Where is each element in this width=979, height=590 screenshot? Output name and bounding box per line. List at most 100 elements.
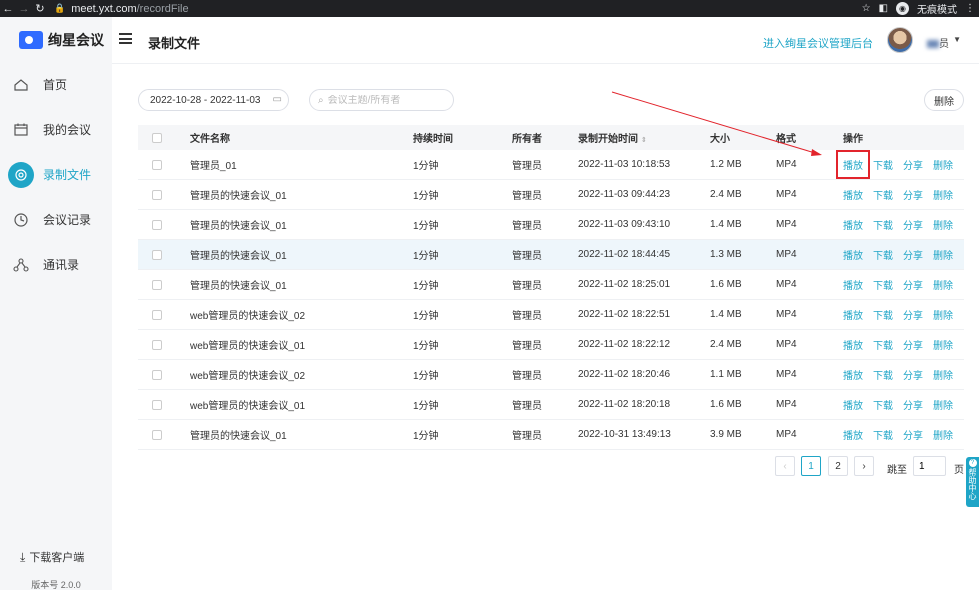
row-actions: 播放 下载 分享 删除 bbox=[843, 307, 964, 322]
contacts-icon bbox=[12, 256, 30, 274]
share-link[interactable]: 分享 bbox=[903, 187, 923, 202]
table-row[interactable]: web管理员的快速会议_01 1分钟 管理员 2022-11-02 18:22:… bbox=[138, 330, 964, 360]
reload-icon[interactable]: ↻ bbox=[32, 2, 48, 15]
delete-link[interactable]: 删除 bbox=[933, 277, 953, 292]
page-2-button[interactable]: 2 bbox=[828, 456, 848, 476]
share-link[interactable]: 分享 bbox=[903, 157, 923, 172]
row-checkbox[interactable] bbox=[152, 369, 162, 380]
forward-icon[interactable]: → bbox=[16, 3, 32, 15]
avatar[interactable] bbox=[887, 27, 913, 53]
help-center-button[interactable]: ? 帮助中心 bbox=[966, 457, 979, 507]
search-input[interactable] bbox=[327, 94, 438, 106]
share-link[interactable]: 分享 bbox=[903, 247, 923, 262]
delete-link[interactable]: 删除 bbox=[933, 427, 953, 442]
col-header-start-time[interactable]: 录制开始时间 ⇕ bbox=[578, 130, 710, 145]
play-link[interactable]: 播放 bbox=[843, 397, 863, 412]
start-time: 2022-11-02 18:25:01 bbox=[578, 279, 671, 290]
browser-menu-icon[interactable]: ⋮ bbox=[965, 3, 975, 14]
share-link[interactable]: 分享 bbox=[903, 427, 923, 442]
table-row[interactable]: 管理员的快速会议_01 1分钟 管理员 2022-10-31 13:49:13 … bbox=[138, 420, 964, 450]
download-icon: ⤓ bbox=[20, 549, 26, 564]
table-row[interactable]: 管理员的快速会议_01 1分钟 管理员 2022-11-03 09:43:10 … bbox=[138, 210, 964, 240]
download-link[interactable]: 下载 bbox=[873, 217, 893, 232]
sidebar-item-recordings[interactable]: 录制文件 bbox=[0, 152, 112, 197]
sidebar-item-meeting-records[interactable]: 会议记录 bbox=[0, 197, 112, 242]
row-checkbox[interactable] bbox=[152, 219, 162, 230]
table-row[interactable]: web管理员的快速会议_02 1分钟 管理员 2022-11-02 18:20:… bbox=[138, 360, 964, 390]
play-link[interactable]: 播放 bbox=[836, 150, 870, 179]
sidebar-item-my-meetings[interactable]: 我的会议 bbox=[0, 107, 112, 152]
delete-link[interactable]: 删除 bbox=[933, 187, 953, 202]
sidebar-item-contacts[interactable]: 通讯录 bbox=[0, 242, 112, 287]
star-icon[interactable]: ☆ bbox=[862, 3, 871, 14]
date-range-picker[interactable]: 2022-10-28 - 2022-11-03 ▭ bbox=[138, 89, 289, 111]
row-checkbox[interactable] bbox=[152, 189, 162, 200]
play-link[interactable]: 播放 bbox=[843, 217, 863, 232]
play-link[interactable]: 播放 bbox=[843, 247, 863, 262]
home-icon bbox=[12, 76, 30, 94]
sort-icon[interactable]: ⇕ bbox=[641, 137, 647, 144]
download-link[interactable]: 下载 bbox=[873, 247, 893, 262]
play-link[interactable]: 播放 bbox=[843, 337, 863, 352]
row-checkbox[interactable] bbox=[152, 279, 162, 290]
download-link[interactable]: 下载 bbox=[873, 277, 893, 292]
share-link[interactable]: 分享 bbox=[903, 397, 923, 412]
row-checkbox[interactable] bbox=[152, 339, 162, 350]
download-link[interactable]: 下载 bbox=[873, 397, 893, 412]
prev-page-button[interactable]: ‹ bbox=[775, 456, 795, 476]
select-all-checkbox[interactable] bbox=[152, 132, 162, 143]
sidebar-item-home[interactable]: 首页 bbox=[0, 62, 112, 107]
admin-console-link[interactable]: 进入绚星会议管理后台 bbox=[763, 35, 873, 51]
date-range-value: 2022-10-28 - 2022-11-03 bbox=[150, 94, 261, 106]
row-checkbox[interactable] bbox=[152, 159, 162, 170]
play-link[interactable]: 播放 bbox=[843, 277, 863, 292]
play-link[interactable]: 播放 bbox=[843, 307, 863, 322]
address-bar[interactable]: meet.yxt.com/recordFile bbox=[71, 3, 188, 15]
download-link[interactable]: 下载 bbox=[873, 427, 893, 442]
bulk-delete-button[interactable]: 删除 bbox=[924, 89, 964, 111]
delete-link[interactable]: 删除 bbox=[933, 367, 953, 382]
chevron-down-icon[interactable]: ▼ bbox=[953, 35, 961, 44]
delete-link[interactable]: 删除 bbox=[933, 247, 953, 262]
next-page-button[interactable]: › bbox=[854, 456, 874, 476]
share-link[interactable]: 分享 bbox=[903, 337, 923, 352]
delete-link[interactable]: 删除 bbox=[933, 307, 953, 322]
row-checkbox[interactable] bbox=[152, 249, 162, 260]
jump-page-input[interactable] bbox=[913, 456, 946, 476]
download-link[interactable]: 下载 bbox=[873, 367, 893, 382]
delete-link[interactable]: 删除 bbox=[933, 337, 953, 352]
download-link[interactable]: 下载 bbox=[873, 307, 893, 322]
table-row[interactable]: 管理员_01 1分钟 管理员 2022-11-03 10:18:53 1.2 M… bbox=[138, 150, 964, 180]
download-link[interactable]: 下载 bbox=[873, 157, 893, 172]
table-row[interactable]: web管理员的快速会议_01 1分钟 管理员 2022-11-02 18:20:… bbox=[138, 390, 964, 420]
play-link[interactable]: 播放 bbox=[843, 427, 863, 442]
row-checkbox[interactable] bbox=[152, 309, 162, 320]
play-link[interactable]: 播放 bbox=[843, 367, 863, 382]
table-row[interactable]: 管理员的快速会议_01 1分钟 管理员 2022-11-02 18:25:01 … bbox=[138, 270, 964, 300]
row-checkbox[interactable] bbox=[152, 399, 162, 410]
download-link[interactable]: 下载 bbox=[873, 187, 893, 202]
play-link[interactable]: 播放 bbox=[843, 187, 863, 202]
logo[interactable]: 绚星会议 bbox=[19, 30, 104, 50]
page-1-button[interactable]: 1 bbox=[801, 456, 821, 476]
menu-toggle-icon[interactable] bbox=[119, 33, 132, 44]
table-row[interactable]: web管理员的快速会议_02 1分钟 管理员 2022-11-02 18:22:… bbox=[138, 300, 964, 330]
share-link[interactable]: 分享 bbox=[903, 307, 923, 322]
incognito-icon[interactable]: ◉ bbox=[896, 2, 909, 15]
download-link[interactable]: 下载 bbox=[873, 337, 893, 352]
delete-link[interactable]: 删除 bbox=[933, 217, 953, 232]
share-link[interactable]: 分享 bbox=[903, 277, 923, 292]
back-icon[interactable]: ← bbox=[0, 3, 16, 15]
share-link[interactable]: 分享 bbox=[903, 367, 923, 382]
download-client-button[interactable]: ⤓ 下载客户端 bbox=[20, 549, 84, 565]
share-link[interactable]: 分享 bbox=[903, 217, 923, 232]
page-unit-label: 页 bbox=[954, 465, 964, 476]
table-row[interactable]: 管理员的快速会议_01 1分钟 管理员 2022-11-03 09:44:23 … bbox=[138, 180, 964, 210]
search-box[interactable]: ⌕ bbox=[309, 89, 454, 111]
table-row[interactable]: 管理员的快速会议_01 1分钟 管理员 2022-11-02 18:44:45 … bbox=[138, 240, 964, 270]
delete-link[interactable]: 删除 bbox=[933, 397, 953, 412]
side-panel-icon[interactable]: ◧ bbox=[879, 3, 888, 14]
user-name[interactable]: 员 bbox=[927, 35, 949, 50]
row-checkbox[interactable] bbox=[152, 429, 162, 440]
delete-link[interactable]: 删除 bbox=[933, 157, 953, 172]
